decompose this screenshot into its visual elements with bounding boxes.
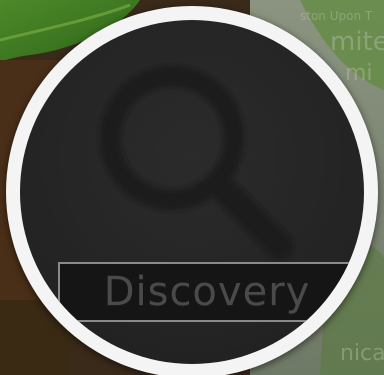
svg-text:ston Upon T: ston Upon T (300, 9, 373, 23)
search-icon (100, 66, 293, 259)
svg-text:mite: mite (330, 27, 384, 57)
svg-text:nicati: nicati (340, 341, 384, 366)
tile-label: Discovery (103, 269, 311, 315)
svg-text:mi: mi (345, 61, 373, 86)
label-box: Discovery (58, 262, 356, 322)
discovery-tile-stage: ston Upon T mite mi R nicati Discove (0, 0, 384, 375)
badge-disc: Discovery (20, 20, 364, 364)
discovery-badge[interactable]: Discovery (6, 6, 378, 375)
